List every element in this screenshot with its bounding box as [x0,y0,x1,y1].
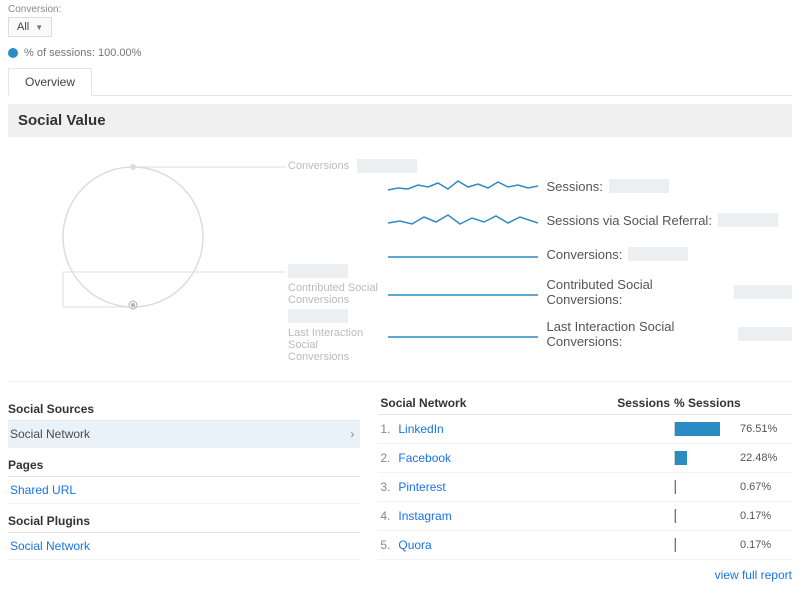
row-index: 4. [378,502,396,531]
diagram-label-conversions: Conversions [288,160,349,172]
pct-sessions-cell: 22.48% [672,444,792,473]
legend-dot-icon [8,48,18,58]
row-index: 3. [378,473,396,502]
table-row: 5.Quora 0.17% [378,531,792,560]
row-index: 5. [378,531,396,560]
col-pct-sessions[interactable]: % Sessions [672,392,792,415]
view-full-report-link[interactable]: view full report [715,568,792,582]
diagram-label-last-interaction: Last Interaction Social Conversions [288,327,380,363]
metrics-panel: Sessions: Sessions via Social Referral: … [376,147,792,361]
sessions-legend: % of sessions: 100.00% [8,47,792,59]
sparkline-icon [388,243,538,265]
table-row: 4.Instagram 0.17% [378,502,792,531]
nav-group-heading: Social Sources [8,398,360,421]
diagram-value-placeholder [357,159,417,173]
nav-item[interactable]: Shared URL [8,477,360,504]
metric-label: Sessions: [546,179,602,194]
sparkline-icon [388,209,538,231]
diagram-value-placeholder [288,309,348,323]
metric-label: Sessions via Social Referral: [546,213,711,228]
metric-label: Conversions: [546,247,622,262]
nav-group-heading: Pages [8,454,360,477]
sessions-cell [582,473,672,502]
metric-value-placeholder [609,179,669,193]
metric-label: Contributed Social Conversions: [546,277,727,307]
conversion-label: Conversion: [8,4,792,15]
col-sessions[interactable]: Sessions [582,392,672,415]
network-link[interactable]: Pinterest [396,473,582,502]
nav-item[interactable]: Social Network [8,421,360,448]
row-index: 1. [378,415,396,444]
metric-value-placeholder [718,213,778,227]
network-link[interactable]: Facebook [396,444,582,473]
tab-overview[interactable]: Overview [8,68,92,96]
sparkline-icon [388,281,538,303]
network-link[interactable]: Instagram [396,502,582,531]
metric-last-interaction: Last Interaction Social Conversions: [388,319,792,349]
row-index: 2. [378,444,396,473]
diagram-label-contributed: Contributed Social Conversions [288,282,380,306]
conversion-selected: All [17,21,29,33]
metric-value-placeholder [734,285,792,299]
nav-item[interactable]: Social Network [8,533,360,560]
social-network-table: Social Network Sessions % Sessions 1.Lin… [378,392,792,560]
divider [8,381,792,382]
table-row: 1.LinkedIn 76.51% [378,415,792,444]
diagram-value-placeholder [288,264,348,278]
metric-sessions: Sessions: [388,175,792,197]
pct-sessions-cell: 0.17% [672,502,792,531]
col-network[interactable]: Social Network [378,392,582,415]
nav-group-heading: Social Plugins [8,510,360,533]
conversion-dropdown[interactable]: All ▼ [8,17,52,37]
sessions-cell [582,502,672,531]
pct-sessions-cell: 0.67% [672,473,792,502]
pct-sessions-cell: 76.51% [672,415,792,444]
table-row: 3.Pinterest 0.67% [378,473,792,502]
sessions-cell [582,531,672,560]
legend-text: % of sessions: 100.00% [24,47,141,59]
left-nav-panel: Social SourcesSocial NetworkPagesShared … [8,392,360,586]
chevron-down-icon: ▼ [35,23,43,32]
sessions-cell [582,444,672,473]
network-link[interactable]: LinkedIn [396,415,582,444]
tab-bar: Overview [8,67,792,96]
social-value-diagram: Conversions Contributed Social Conversio… [8,147,376,361]
metric-sessions-social: Sessions via Social Referral: [388,209,792,231]
network-link[interactable]: Quora [396,531,582,560]
metric-value-placeholder [628,247,688,261]
table-row: 2.Facebook 22.48% [378,444,792,473]
sessions-cell [582,415,672,444]
section-title: Social Value [8,104,792,137]
pct-sessions-cell: 0.17% [672,531,792,560]
sparkline-icon [388,175,538,197]
metric-contributed: Contributed Social Conversions: [388,277,792,307]
metric-label: Last Interaction Social Conversions: [546,319,732,349]
metric-value-placeholder [738,327,792,341]
sparkline-icon [388,323,538,345]
metric-conversions: Conversions: [388,243,792,265]
